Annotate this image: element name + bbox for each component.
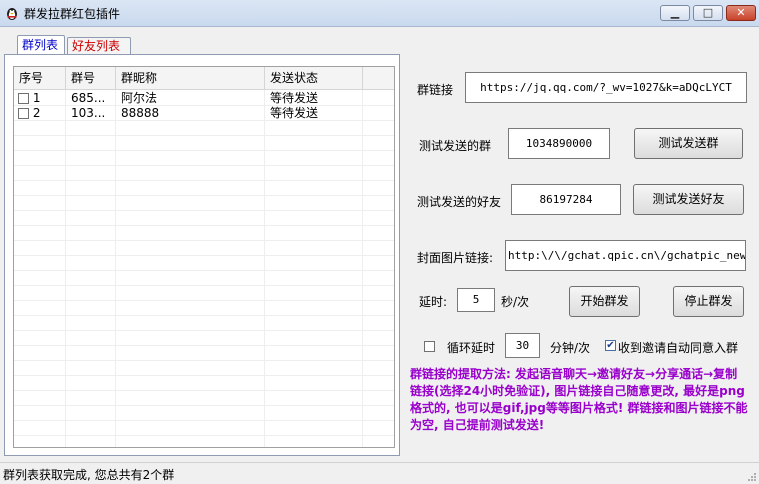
column-header-status[interactable]: 发送状态: [265, 67, 363, 89]
cover-image-input[interactable]: http:\/\/gchat.qpic.cn\/gchatpic_new\/42: [505, 240, 746, 271]
test-group-label: 测试发送的群: [419, 139, 492, 153]
loop-delay-checkbox[interactable]: [424, 341, 435, 352]
grid-row-line: [14, 405, 394, 406]
penguin-app-icon: [7, 8, 17, 20]
row-seq: 2: [32, 106, 41, 120]
tab-group-list[interactable]: 群列表: [17, 35, 65, 55]
auto-accept-checkbox[interactable]: ✔: [605, 340, 616, 351]
grid-row-line: [14, 435, 394, 436]
close-icon: ✕: [736, 6, 746, 19]
grid-row-line: [14, 285, 394, 286]
list-header: 序号 群号 群昵称 发送状态: [14, 67, 394, 90]
minimize-button[interactable]: ▁: [660, 5, 690, 21]
loop-delay-label: 循环延时: [447, 341, 496, 355]
group-link-label: 群链接: [417, 83, 454, 97]
test-send-friend-button[interactable]: 测试发送好友: [633, 184, 744, 215]
table-row[interactable]: 2 103... 88888 等待发送: [14, 106, 394, 121]
test-friend-input[interactable]: 86197284: [511, 184, 621, 215]
table-row[interactable]: 1 685... 阿尔法 等待发送: [14, 91, 394, 106]
cover-image-label: 封面图片链接:: [417, 251, 494, 265]
grid-row-line: [14, 300, 394, 301]
column-header-group-id[interactable]: 群号: [66, 67, 116, 89]
status-bar: 群列表获取完成, 您总共有2个群: [0, 462, 759, 484]
window-title: 群发拉群红包插件: [24, 7, 121, 21]
test-send-group-button[interactable]: 测试发送群: [634, 128, 743, 159]
grid-row-line: [14, 375, 394, 376]
test-friend-label: 测试发送的好友: [417, 195, 502, 209]
row-seq: 1: [32, 91, 41, 105]
start-mass-send-button[interactable]: 开始群发: [569, 286, 640, 317]
row-nickname: 阿尔法: [121, 91, 158, 105]
grid-row-line: [14, 390, 394, 391]
grid-row-line: [14, 255, 394, 256]
loop-delay-input[interactable]: 30: [505, 333, 540, 358]
grid-row-line: [14, 180, 394, 181]
minimize-icon: ▁: [670, 6, 680, 19]
grid-column-line: [65, 89, 66, 447]
grid-row-line: [14, 345, 394, 346]
grid-row-line: [14, 420, 394, 421]
status-text: 群列表获取完成, 您总共有2个群: [3, 468, 175, 482]
grid-lines: [14, 89, 394, 447]
row-seq-cell: 1: [14, 91, 66, 106]
grid-row-line: [14, 270, 394, 271]
delay-input[interactable]: 5: [457, 288, 495, 312]
auto-accept-label: 收到邀请自动同意入群: [618, 341, 739, 355]
grid-row-line: [14, 240, 394, 241]
maximize-button[interactable]: □: [693, 5, 723, 21]
row-group-id: 685...: [71, 91, 106, 105]
row-checkbox[interactable]: [18, 93, 29, 104]
resize-grip-icon[interactable]: [747, 472, 757, 482]
column-header-nickname[interactable]: 群昵称: [116, 67, 265, 89]
row-seq-cell: 2: [14, 106, 66, 121]
grid-row-line: [14, 165, 394, 166]
grid-row-line: [14, 330, 394, 331]
grid-row-line: [14, 225, 394, 226]
group-list-view[interactable]: 序号 群号 群昵称 发送状态 1 685... 阿尔法 等待发送 2 103..…: [13, 66, 395, 448]
row-status: 等待发送: [270, 106, 319, 120]
help-instructions: 群链接的提取方法: 发起语音聊天→邀请好友→分享通话→复制链接(选择24小时免验…: [410, 367, 748, 432]
row-group-id: 103...: [71, 106, 106, 120]
delay-unit-label: 秒/次: [501, 295, 530, 309]
grid-column-line: [115, 89, 116, 447]
maximize-icon: □: [702, 6, 714, 19]
row-checkbox[interactable]: [18, 108, 29, 119]
delay-label: 延时:: [419, 295, 448, 309]
grid-row-line: [14, 195, 394, 196]
column-header-filler: [363, 67, 394, 89]
grid-row-line: [14, 360, 394, 361]
grid-row-line: [14, 135, 394, 136]
checkmark-icon: ✔: [606, 340, 615, 351]
grid-row-line: [14, 210, 394, 211]
test-group-input[interactable]: 1034890000: [508, 128, 610, 159]
grid-column-line: [362, 89, 363, 447]
row-status: 等待发送: [270, 91, 319, 105]
grid-column-line: [264, 89, 265, 447]
row-nickname: 88888: [121, 106, 160, 120]
close-button[interactable]: ✕: [726, 5, 756, 21]
title-bar: 群发拉群红包插件 ▁ □ ✕: [0, 0, 759, 27]
grid-row-line: [14, 315, 394, 316]
column-header-seq[interactable]: 序号: [14, 67, 66, 89]
loop-delay-unit-label: 分钟/次: [550, 341, 591, 355]
tab-friend-list[interactable]: 好友列表: [67, 37, 131, 55]
grid-row-line: [14, 150, 394, 151]
stop-mass-send-button[interactable]: 停止群发: [673, 286, 744, 317]
group-link-input[interactable]: https://jq.qq.com/?_wv=1027&k=aDQcLYCT: [465, 72, 747, 103]
